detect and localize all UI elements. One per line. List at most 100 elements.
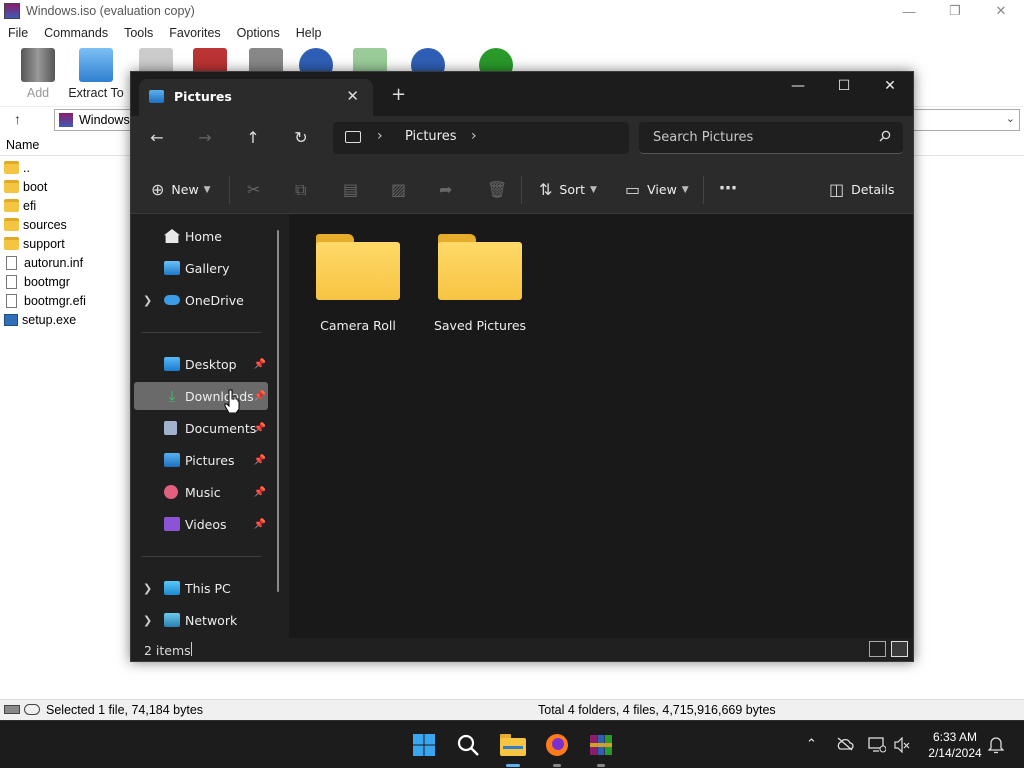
chevron-down-icon[interactable]: ⌄ (1006, 112, 1015, 125)
copy-button[interactable]: ⧉ (295, 180, 313, 200)
search-input[interactable]: Search Pictures (639, 122, 903, 154)
nav-item-documents[interactable]: Documents 📌 (134, 414, 268, 442)
up-arrow-icon[interactable]: ↑ (241, 128, 265, 147)
file-row[interactable]: bootmgr (0, 272, 130, 291)
nav-item-onedrive[interactable]: ❯ OneDrive (134, 286, 268, 314)
folder-item-camera-roll[interactable]: Camera Roll (303, 230, 413, 333)
nav-item-network[interactable]: ❯ Network (134, 606, 268, 634)
up-arrow-icon[interactable]: ↑ (14, 111, 21, 127)
notification-bell-icon[interactable] (988, 736, 1004, 754)
close-tab-icon[interactable]: ✕ (346, 87, 359, 105)
view-button[interactable]: ▭ View ▼ (625, 180, 689, 199)
pin-icon[interactable]: 📌 (254, 455, 266, 466)
file-row[interactable]: bootmgr.efi (0, 291, 130, 310)
taskbar-winrar[interactable] (585, 729, 617, 767)
menu-commands[interactable]: Commands (36, 26, 116, 40)
forward-arrow-icon[interactable]: → (193, 128, 217, 147)
clock-date: 2/14/2024 (928, 746, 982, 760)
large-icons-view-icon[interactable] (891, 641, 908, 657)
explorer-navbar: ← → ↑ ↻ › Pictures › Search Pictures (131, 116, 913, 166)
divider (191, 642, 192, 656)
close-button[interactable]: ✕ (867, 72, 913, 100)
new-tab-button[interactable]: + (391, 84, 406, 105)
cut-button[interactable]: ✂ (247, 180, 267, 199)
add-button[interactable]: Add (8, 48, 68, 100)
pin-icon[interactable]: 📌 (254, 391, 266, 402)
nav-item-this-pc[interactable]: ❯ This PC (134, 574, 268, 602)
chevron-right-icon[interactable]: ❯ (143, 294, 152, 307)
breadcrumb[interactable]: › Pictures › (333, 122, 629, 154)
taskbar-file-explorer[interactable] (497, 729, 529, 767)
delete-button[interactable]: 🗑 (487, 180, 514, 199)
nav-item-gallery[interactable]: Gallery (134, 254, 268, 282)
menu-file[interactable]: File (0, 26, 36, 40)
file-row[interactable]: .. (0, 158, 130, 177)
exe-icon (4, 313, 18, 326)
total-status: Total 4 folders, 4 files, 4,715,916,669 … (538, 703, 776, 717)
firefox-icon (546, 734, 568, 756)
nav-item-music[interactable]: Music 📌 (134, 478, 268, 506)
menu-help[interactable]: Help (288, 26, 330, 40)
nav-scrollbar[interactable] (277, 230, 279, 592)
details-view-icon[interactable] (869, 641, 886, 657)
minimize-button[interactable]: — (886, 0, 932, 22)
nav-item-videos[interactable]: Videos 📌 (134, 510, 268, 538)
nav-item-downloads[interactable]: ⤓ Downloads 📌 (134, 382, 268, 410)
rename-button[interactable]: ▨ (391, 180, 413, 199)
chevron-right-icon[interactable]: › (471, 128, 477, 144)
menu-favorites[interactable]: Favorites (161, 26, 228, 40)
restore-button[interactable]: ❐ (932, 0, 978, 22)
pin-icon[interactable]: 📌 (254, 423, 266, 434)
winrar-menubar: File Commands Tools Favorites Options He… (0, 23, 329, 43)
taskbar-firefox[interactable] (541, 729, 573, 767)
new-button[interactable]: ⊕ New ▼ (151, 180, 211, 199)
start-button[interactable] (408, 729, 440, 761)
pin-icon[interactable]: 📌 (254, 487, 266, 498)
details-button[interactable]: ◫ Details (829, 180, 894, 199)
nav-item-desktop[interactable]: Desktop 📌 (134, 350, 268, 378)
running-indicator (597, 764, 605, 767)
close-button[interactable]: ✕ (978, 0, 1024, 22)
pin-icon[interactable]: 📌 (254, 519, 266, 530)
maximize-button[interactable]: ☐ (821, 72, 867, 100)
sort-button[interactable]: ⇅ Sort ▼ (539, 180, 597, 199)
tab-pictures[interactable]: Pictures ✕ (139, 79, 373, 116)
speaker-muted-icon[interactable] (894, 737, 910, 753)
folder-item-saved-pictures[interactable]: Saved Pictures (425, 230, 535, 333)
menu-options[interactable]: Options (229, 26, 288, 40)
chevron-up-icon[interactable]: ⌃ (806, 736, 817, 752)
network-disconnected-icon[interactable] (868, 737, 886, 753)
file-row[interactable]: sources (0, 215, 130, 234)
breadcrumb-pictures[interactable]: Pictures (405, 129, 456, 144)
item-count: 2 items (144, 643, 191, 658)
clock[interactable]: 6:33 AM 2/14/2024 (920, 729, 990, 761)
desktop-icon (164, 357, 180, 371)
menu-tools[interactable]: Tools (116, 26, 161, 40)
minimize-button[interactable]: — (775, 72, 821, 100)
chevron-right-icon[interactable]: ❯ (143, 614, 152, 627)
computer-icon (164, 581, 180, 595)
search-button[interactable] (452, 729, 484, 761)
paste-button[interactable]: ▤ (343, 180, 365, 199)
file-explorer-icon (500, 734, 526, 756)
file-row[interactable]: setup.exe (0, 310, 130, 329)
refresh-icon[interactable]: ↻ (289, 128, 313, 147)
nav-item-pictures[interactable]: Pictures 📌 (134, 446, 268, 474)
more-options-button[interactable]: ⋯ (719, 178, 744, 199)
nav-item-home[interactable]: Home (134, 222, 268, 250)
onedrive-offline-icon[interactable] (836, 737, 854, 751)
chevron-right-icon[interactable]: › (377, 128, 383, 144)
back-arrow-icon[interactable]: ← (145, 128, 169, 147)
windows-logo-icon (413, 734, 435, 756)
extract-to-button[interactable]: Extract To (66, 48, 126, 100)
pin-icon[interactable]: 📌 (254, 359, 266, 370)
file-row[interactable]: autorun.inf (0, 253, 130, 272)
file-row[interactable]: support (0, 234, 130, 253)
trash-icon: 🗑 (487, 180, 508, 199)
file-row[interactable]: boot (0, 177, 130, 196)
chevron-right-icon[interactable]: ❯ (143, 582, 152, 595)
active-indicator (506, 764, 520, 767)
file-row[interactable]: efi (0, 196, 130, 215)
divider (229, 176, 230, 204)
share-button[interactable]: ➦ (439, 180, 459, 199)
